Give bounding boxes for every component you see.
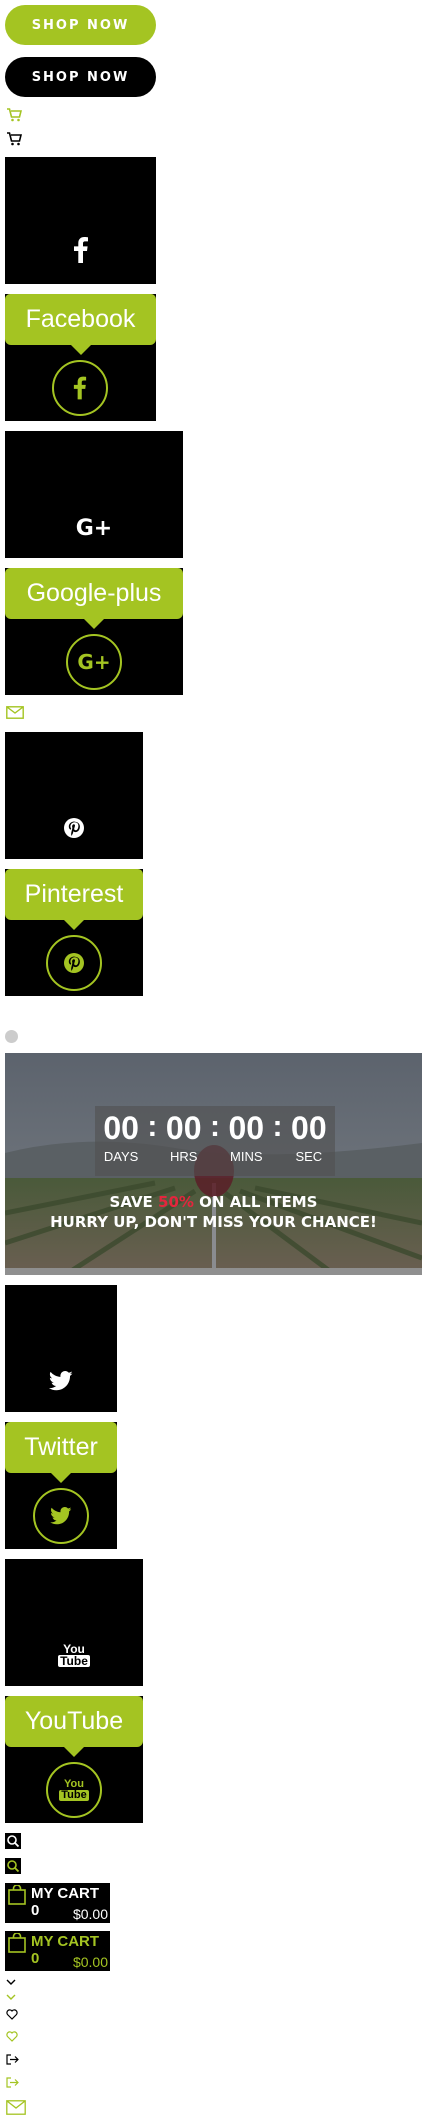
chevron-down-icon[interactable]: [6, 1994, 16, 2001]
logout-icon[interactable]: [6, 2054, 19, 2065]
cart-icon[interactable]: [6, 132, 22, 146]
countdown-separator: :: [272, 1110, 283, 1143]
promo-line-2: HURRY UP, DON'T MISS YOUR CHANCE!: [50, 1213, 377, 1231]
countdown-minutes: 00 MINS: [228, 1110, 265, 1164]
twitter-icon: [5, 1371, 117, 1391]
pinterest-label: Pinterest: [5, 869, 143, 930]
youtube-icon: You Tube: [58, 1642, 90, 1668]
pinterest-icon: [5, 817, 143, 839]
pinterest-tile-hover[interactable]: Pinterest: [5, 869, 143, 996]
search-icon[interactable]: [5, 1833, 21, 1849]
heart-icon[interactable]: [6, 2009, 18, 2020]
twitter-label: Twitter: [5, 1422, 117, 1483]
twitter-tile-hover[interactable]: Twitter: [5, 1422, 117, 1549]
youtube-icon: You Tube: [46, 1762, 102, 1818]
google-plus-tile-hover[interactable]: Google-plus G+: [5, 568, 183, 695]
pinterest-tile[interactable]: [5, 732, 143, 859]
pinterest-icon: [46, 935, 102, 991]
google-plus-icon: G+: [75, 516, 113, 541]
shopping-bag-icon: [8, 1932, 26, 1958]
facebook-tile[interactable]: [5, 157, 156, 284]
facebook-label: Facebook: [5, 294, 156, 355]
shopping-bag-icon: [8, 1884, 26, 1910]
facebook-icon: [52, 360, 108, 416]
twitter-icon: [33, 1488, 89, 1544]
mail-icon[interactable]: [6, 706, 24, 719]
cart-icon[interactable]: [6, 108, 22, 122]
search-icon[interactable]: [5, 1858, 21, 1874]
chevron-down-icon[interactable]: [6, 1979, 16, 1986]
cart-total: $0.00: [72, 1906, 108, 1922]
mini-cart[interactable]: MY CART 0 $0.00: [5, 1883, 110, 1923]
youtube-tile-hover[interactable]: YouTube You Tube: [5, 1696, 143, 1823]
youtube-label: YouTube: [5, 1696, 143, 1757]
countdown-timer: 00 DAYS : 00 HRS : 00 MINS : 00 SEC: [95, 1106, 335, 1176]
logout-icon[interactable]: [6, 2077, 19, 2088]
shop-now-button-black[interactable]: SHOP NOW: [5, 57, 156, 97]
google-plus-icon: G+: [66, 634, 122, 690]
facebook-icon: [5, 237, 156, 263]
countdown-seconds: 00 SEC: [291, 1110, 327, 1164]
promo-line-1: SAVE 50% ON ALL ITEMS: [109, 1193, 318, 1211]
google-plus-label: Google-plus: [5, 568, 183, 629]
cart-total: $0.00: [72, 1954, 108, 1970]
shop-now-button-green[interactable]: SHOP NOW: [5, 5, 156, 45]
countdown-separator: :: [209, 1110, 220, 1143]
twitter-tile[interactable]: [5, 1285, 117, 1412]
facebook-tile-hover[interactable]: Facebook: [5, 294, 156, 421]
dot-icon: [5, 1030, 18, 1043]
mail-icon[interactable]: [6, 2100, 26, 2115]
youtube-tile[interactable]: You Tube: [5, 1559, 143, 1686]
countdown-hours: 00 HRS: [165, 1110, 202, 1164]
countdown-separator: :: [147, 1110, 158, 1143]
mini-cart[interactable]: MY CART 0 $0.00: [5, 1931, 110, 1971]
countdown-days: 00 DAYS: [103, 1110, 139, 1164]
google-plus-tile[interactable]: G+: [5, 431, 183, 558]
heart-icon[interactable]: [6, 2031, 18, 2042]
promo-banner: 00 DAYS : 00 HRS : 00 MINS : 00 SEC SAVE…: [5, 1053, 422, 1275]
